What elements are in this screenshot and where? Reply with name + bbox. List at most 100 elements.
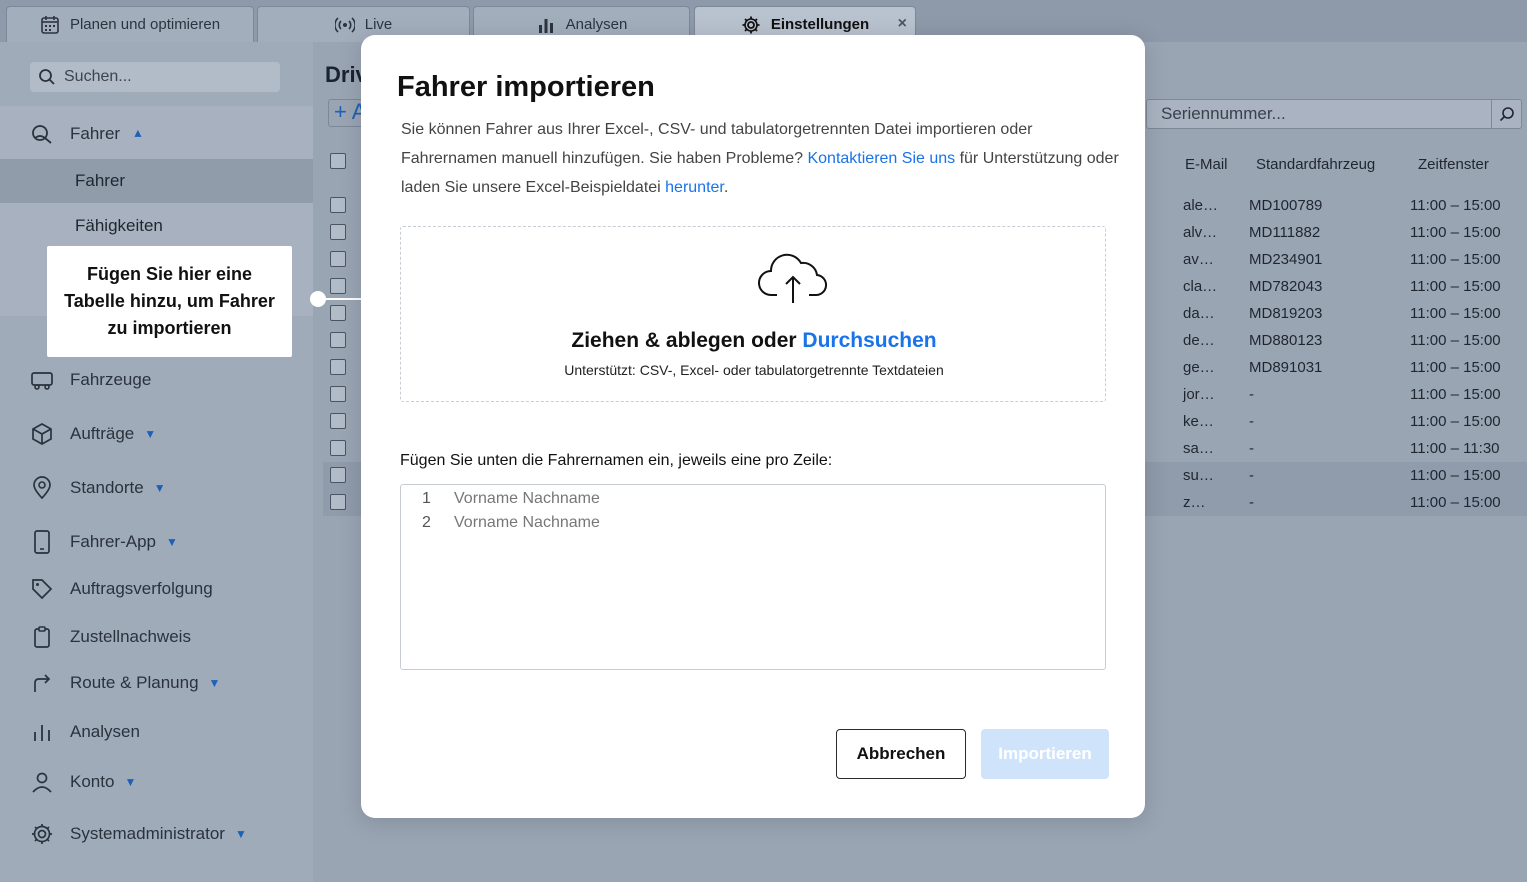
sidebar-item-label: Konto: [70, 772, 115, 791]
sidebar-item-auftragsverfolgung[interactable]: Auftragsverfolgung: [30, 577, 213, 601]
sidebar-item-label: Route & Planung: [70, 673, 199, 692]
column-header-vehicle[interactable]: Standardfahrzeug: [1256, 138, 1375, 190]
chevron-down-icon: ▼: [234, 827, 247, 841]
sidebar-item-label: Fahrzeuge: [70, 370, 152, 389]
contact-us-link[interactable]: Kontaktieren Sie uns: [807, 150, 955, 167]
sidebar-item-fahrer[interactable]: Fahrer ▼: [30, 122, 144, 146]
cell-window: 11:00 – 15:00: [1410, 467, 1501, 484]
row-checkbox[interactable]: [330, 494, 346, 510]
cell-window: 11:00 – 15:00: [1410, 251, 1501, 268]
sidebar-item-label: Aufträge: [70, 424, 135, 443]
row-checkbox[interactable]: [330, 359, 346, 375]
chevron-down-icon: ▼: [165, 535, 178, 549]
names-label: Fügen Sie unten die Fahrernamen ein, jew…: [400, 452, 833, 469]
driver-names-textarea[interactable]: 1 Vorname Nachname 2 Vorname Nachname: [400, 484, 1106, 670]
bar-chart-icon: [30, 720, 54, 744]
sidebar-item-label: Fahrer-App: [70, 532, 156, 551]
tab-label: Analysen: [565, 16, 628, 33]
import-button[interactable]: Importieren: [981, 729, 1109, 779]
sidebar-item-label: Standorte: [70, 478, 144, 497]
row-checkbox[interactable]: [330, 305, 346, 321]
cell-window: 11:00 – 15:00: [1410, 332, 1501, 349]
cell-window: 11:00 – 15:00: [1410, 305, 1501, 322]
cell-vehicle: -: [1249, 413, 1254, 430]
sidebar-item-fahrer-app[interactable]: Fahrer-App ▼: [30, 530, 178, 554]
drop-title-text: Ziehen & ablegen oder: [571, 329, 803, 352]
row-checkbox[interactable]: [330, 386, 346, 402]
cell-vehicle: -: [1249, 467, 1254, 484]
clipboard-icon: [30, 625, 54, 649]
cell-vehicle: MD111882: [1249, 224, 1321, 241]
cell-email: sa…: [1183, 440, 1214, 457]
truck-icon: [30, 368, 54, 392]
line-number: 2: [422, 514, 431, 531]
cell-email: jor…: [1183, 386, 1215, 403]
search-icon[interactable]: [1491, 100, 1521, 128]
cell-window: 11:00 – 15:00: [1410, 224, 1501, 241]
cell-vehicle: -: [1249, 386, 1254, 403]
sidebar-search: [30, 62, 280, 92]
cell-window: 11:00 – 15:00: [1410, 197, 1501, 214]
sidebar-item-konto[interactable]: Konto ▼: [30, 770, 136, 794]
sidebar-item-label: Auftragsverfolgung: [70, 579, 213, 598]
column-header-window[interactable]: Zeitfenster: [1418, 138, 1489, 190]
cell-window: 11:00 – 15:00: [1410, 359, 1501, 376]
serial-search-input[interactable]: [1147, 104, 1477, 124]
sidebar-subitem-faehigkeiten[interactable]: Fähigkeiten: [0, 204, 313, 248]
sidebar-subitem-fahrer[interactable]: Fahrer: [0, 159, 313, 203]
row-checkbox[interactable]: [330, 440, 346, 456]
cell-vehicle: MD891031: [1249, 359, 1323, 376]
search-icon: [39, 69, 55, 85]
row-checkbox[interactable]: [330, 332, 346, 348]
cell-window: 11:00 – 15:00: [1410, 413, 1501, 430]
phone-icon: [30, 530, 54, 554]
browse-link[interactable]: Durchsuchen: [802, 329, 936, 352]
row-checkbox[interactable]: [330, 413, 346, 429]
row-checkbox[interactable]: [330, 224, 346, 240]
cancel-button[interactable]: Abbrechen: [836, 729, 966, 779]
column-header-email[interactable]: E-Mail: [1185, 138, 1228, 190]
placeholder-text: Vorname Nachname: [454, 490, 600, 507]
sidebar-item-label: Systemadministrator: [70, 824, 225, 843]
tag-icon: [30, 577, 54, 601]
row-checkbox[interactable]: [330, 467, 346, 483]
close-tab-icon[interactable]: ×: [898, 15, 907, 33]
file-drop-zone[interactable]: Ziehen & ablegen oder Durchsuchen Unters…: [400, 226, 1106, 402]
import-hint-callout: Fügen Sie hier eine Tabelle hinzu, um Fa…: [47, 246, 292, 357]
callout-dot: [310, 291, 326, 307]
cell-window: 11:00 – 15:00: [1410, 494, 1501, 511]
driver-search-icon: [30, 122, 54, 146]
sidebar-item-fahrzeuge[interactable]: Fahrzeuge: [30, 368, 151, 392]
sidebar-item-label: Fahrer: [70, 124, 121, 143]
cell-email: alv…: [1183, 224, 1218, 241]
search-input[interactable]: [64, 68, 264, 86]
cell-vehicle: MD819203: [1249, 305, 1323, 322]
select-all-checkbox[interactable]: [330, 153, 346, 169]
cell-email: z…: [1183, 494, 1206, 511]
cell-email: su…: [1183, 467, 1214, 484]
serial-search: [1146, 99, 1522, 129]
sidebar-item-zustellnachweis[interactable]: Zustellnachweis: [30, 625, 191, 649]
row-checkbox[interactable]: [330, 278, 346, 294]
download-sample-link[interactable]: herunter: [665, 179, 724, 196]
cell-email: cla…: [1183, 278, 1218, 295]
cell-vehicle: MD782043: [1249, 278, 1323, 295]
modal-title: Fahrer importieren: [397, 71, 655, 103]
cell-vehicle: -: [1249, 494, 1254, 511]
sidebar-item-systemadministrator[interactable]: Systemadministrator ▼: [30, 822, 247, 846]
row-checkbox[interactable]: [330, 251, 346, 267]
cell-window: 11:00 – 15:00: [1410, 386, 1501, 403]
cell-vehicle: MD880123: [1249, 332, 1323, 349]
row-checkbox[interactable]: [330, 197, 346, 213]
tab-label: Live: [364, 16, 393, 33]
tab-label: Einstellungen: [770, 16, 870, 33]
sidebar-item-standorte[interactable]: Standorte ▼: [30, 476, 166, 500]
sidebar-item-auftraege[interactable]: Aufträge ▼: [30, 422, 156, 446]
bar-chart-icon: [536, 15, 556, 35]
sidebar-item-route-planung[interactable]: Route & Planung ▼: [30, 671, 220, 695]
sidebar-item-analysen[interactable]: Analysen: [30, 720, 140, 744]
desc-text: .: [723, 179, 729, 196]
tab-planen[interactable]: Planen und optimieren: [6, 6, 254, 42]
sidebar-item-label: Zustellnachweis: [70, 627, 191, 646]
placeholder-line: 1 Vorname Nachname: [401, 490, 1107, 514]
